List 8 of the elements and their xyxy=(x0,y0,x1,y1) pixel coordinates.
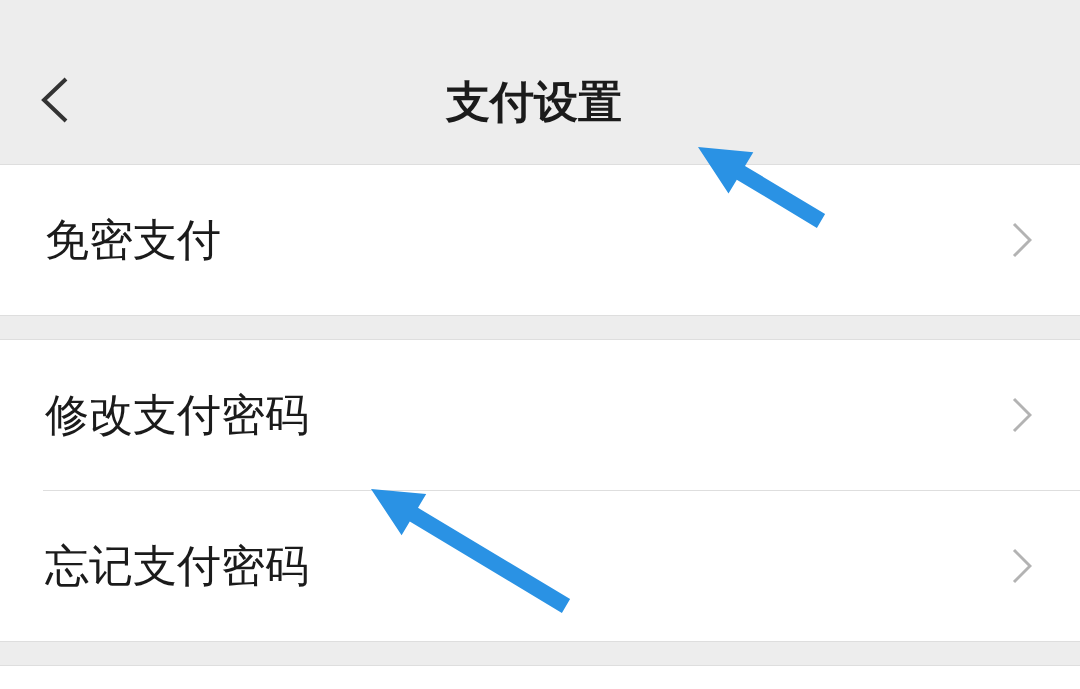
back-icon xyxy=(40,77,68,123)
chevron-right-icon xyxy=(1012,548,1032,584)
chevron-right-icon xyxy=(1012,397,1032,433)
chevron-right-icon xyxy=(1012,222,1032,258)
settings-item[interactable]: 忘记支付密码 xyxy=(0,491,1080,641)
settings-item[interactable]: 免密支付 xyxy=(0,165,1080,315)
page-title: 支付设置 xyxy=(446,80,622,124)
settings-item[interactable]: 修改支付密码 xyxy=(0,340,1080,490)
